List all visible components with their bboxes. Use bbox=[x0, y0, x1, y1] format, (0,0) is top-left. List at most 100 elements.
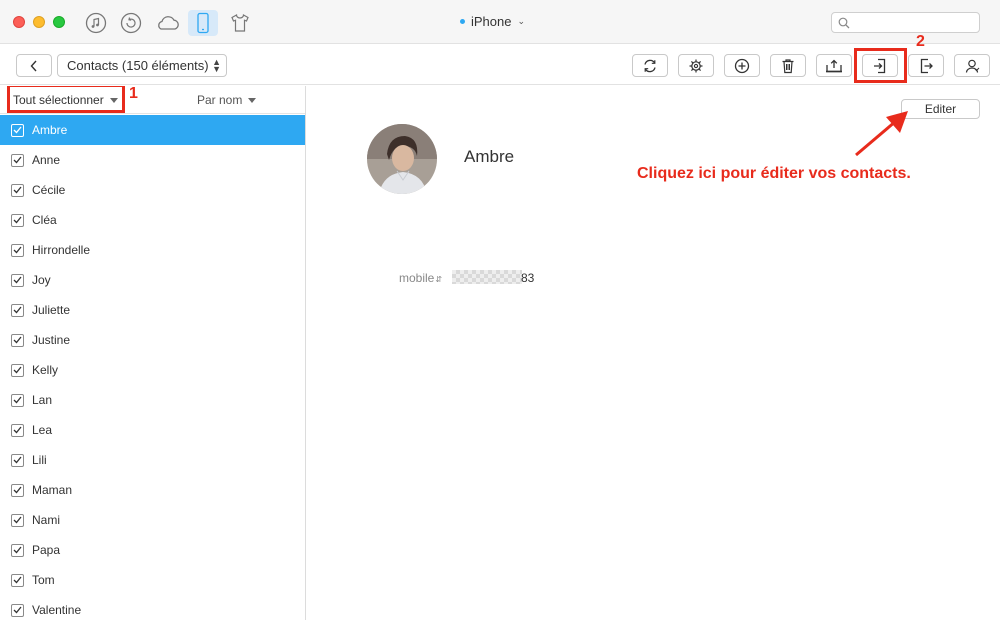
contact-name-label: Nami bbox=[32, 513, 61, 527]
contact-row[interactable]: Cécile bbox=[0, 175, 305, 205]
checkmark-icon bbox=[13, 426, 22, 434]
contact-row[interactable]: Anne bbox=[0, 145, 305, 175]
contact-row[interactable]: Hirrondelle bbox=[0, 235, 305, 265]
contact-row[interactable]: Ambre bbox=[0, 115, 305, 145]
contact-name-label: Kelly bbox=[32, 363, 59, 377]
device-name: iPhone bbox=[471, 14, 512, 29]
contact-name-label: Hirrondelle bbox=[32, 243, 91, 257]
edit-button[interactable]: Editer bbox=[901, 99, 980, 119]
contact-checkbox[interactable] bbox=[11, 333, 24, 347]
refresh-button[interactable] bbox=[632, 54, 668, 77]
contact-checkbox[interactable] bbox=[11, 393, 24, 407]
contact-row[interactable]: Kelly bbox=[0, 355, 305, 385]
import-highlight-box bbox=[854, 48, 907, 83]
shirt-icon[interactable] bbox=[225, 10, 255, 36]
contact-checkbox[interactable] bbox=[11, 483, 24, 497]
contact-name-label: Tom bbox=[32, 573, 55, 587]
device-selector[interactable]: iPhone ⌄ bbox=[460, 14, 525, 29]
back-button[interactable] bbox=[16, 54, 52, 77]
contact-row[interactable]: Lea bbox=[0, 415, 305, 445]
checkmark-icon bbox=[13, 516, 22, 524]
contact-checkbox[interactable] bbox=[11, 363, 24, 377]
contact-row[interactable]: Nami bbox=[0, 505, 305, 535]
search-icon bbox=[838, 17, 850, 29]
export-icon bbox=[920, 58, 933, 73]
contact-button[interactable] bbox=[954, 54, 990, 77]
contact-checkbox[interactable] bbox=[11, 423, 24, 437]
settings-button[interactable] bbox=[678, 54, 714, 77]
contact-name-label: Justine bbox=[32, 333, 71, 347]
contact-name-label: Ambre bbox=[32, 123, 68, 137]
contact-row[interactable]: Maman bbox=[0, 475, 305, 505]
window-close-button[interactable] bbox=[13, 16, 25, 28]
window-maximize-button[interactable] bbox=[53, 16, 65, 28]
window-minimize-button[interactable] bbox=[33, 16, 45, 28]
annotation-arrow-icon bbox=[855, 111, 908, 157]
contact-checkbox[interactable] bbox=[11, 243, 24, 257]
contact-checkbox[interactable] bbox=[11, 183, 24, 197]
contact-name-label: Valentine bbox=[32, 603, 82, 617]
contact-row[interactable]: Papa bbox=[0, 535, 305, 565]
contact-checkbox[interactable] bbox=[11, 573, 24, 587]
add-icon bbox=[734, 58, 750, 73]
select-all-highlight-box bbox=[7, 86, 125, 113]
contact-row[interactable]: Cléa bbox=[0, 205, 305, 235]
checkmark-icon bbox=[13, 456, 22, 464]
step-1-label: 1 bbox=[129, 86, 138, 102]
contact-checkbox[interactable] bbox=[11, 513, 24, 527]
contact-row[interactable]: Valentine bbox=[0, 595, 305, 620]
phone-type-select[interactable]: mobile⇵ bbox=[399, 271, 442, 285]
checkmark-icon bbox=[13, 546, 22, 554]
updown-arrows-icon: ⇵ bbox=[435, 275, 443, 284]
contacts-category-select[interactable]: Contacts (150 éléments) ▲ ▼ bbox=[57, 54, 227, 77]
checkmark-icon bbox=[13, 366, 22, 374]
contact-name-label: Lili bbox=[32, 453, 47, 467]
export-to-computer-button[interactable] bbox=[816, 54, 852, 77]
add-button[interactable] bbox=[724, 54, 760, 77]
checkmark-icon bbox=[13, 156, 22, 164]
contact-checkbox[interactable] bbox=[11, 543, 24, 557]
contact-row[interactable]: Tom bbox=[0, 565, 305, 595]
contact-name-label: Anne bbox=[32, 153, 61, 167]
checkmark-icon bbox=[13, 306, 22, 314]
phone-number-suffix: 83 bbox=[521, 271, 535, 285]
sort-dropdown[interactable]: Par nom bbox=[197, 93, 257, 107]
contact-row[interactable]: Justine bbox=[0, 325, 305, 355]
contact-checkbox[interactable] bbox=[11, 273, 24, 287]
restore-icon[interactable] bbox=[116, 10, 146, 36]
music-icon[interactable] bbox=[81, 10, 111, 36]
contact-row[interactable]: Lan bbox=[0, 385, 305, 415]
contact-name-label: Lan bbox=[32, 393, 53, 407]
updown-arrows-icon: ▲ ▼ bbox=[212, 56, 221, 74]
checkmark-icon bbox=[13, 606, 22, 614]
delete-icon bbox=[782, 58, 794, 73]
contact-checkbox[interactable] bbox=[11, 213, 24, 227]
checkmark-icon bbox=[13, 486, 22, 494]
search-input[interactable] bbox=[831, 12, 980, 33]
checkmark-icon bbox=[13, 396, 22, 404]
contact-checkbox[interactable] bbox=[11, 603, 24, 617]
checkmark-icon bbox=[13, 126, 22, 134]
checkmark-icon bbox=[13, 576, 22, 584]
step-2-label: 2 bbox=[916, 33, 925, 50]
cloud-icon[interactable] bbox=[153, 10, 183, 36]
contact-row[interactable]: Lili bbox=[0, 445, 305, 475]
checkmark-icon bbox=[13, 216, 22, 224]
contact-checkbox[interactable] bbox=[11, 153, 24, 167]
contact-name-label: Lea bbox=[32, 423, 53, 437]
contact-checkbox[interactable] bbox=[11, 123, 24, 137]
contact-detail-panel: Ambre Editer Cliquez ici pour éditer vos… bbox=[307, 86, 1000, 620]
contact-checkbox[interactable] bbox=[11, 453, 24, 467]
contact-row[interactable]: Joy bbox=[0, 265, 305, 295]
contact-name-label: Papa bbox=[32, 543, 61, 557]
delete-button[interactable] bbox=[770, 54, 806, 77]
contact-row[interactable]: Juliette bbox=[0, 295, 305, 325]
export-button[interactable] bbox=[908, 54, 944, 77]
avatar bbox=[367, 124, 437, 194]
edit-hint-text: Cliquez ici pour éditer vos contacts. bbox=[637, 165, 911, 182]
phone-icon[interactable] bbox=[188, 10, 218, 36]
contact-name-label: Cléa bbox=[32, 213, 57, 227]
checkmark-icon bbox=[13, 276, 22, 284]
contact-checkbox[interactable] bbox=[11, 303, 24, 317]
checkmark-icon bbox=[13, 336, 22, 344]
